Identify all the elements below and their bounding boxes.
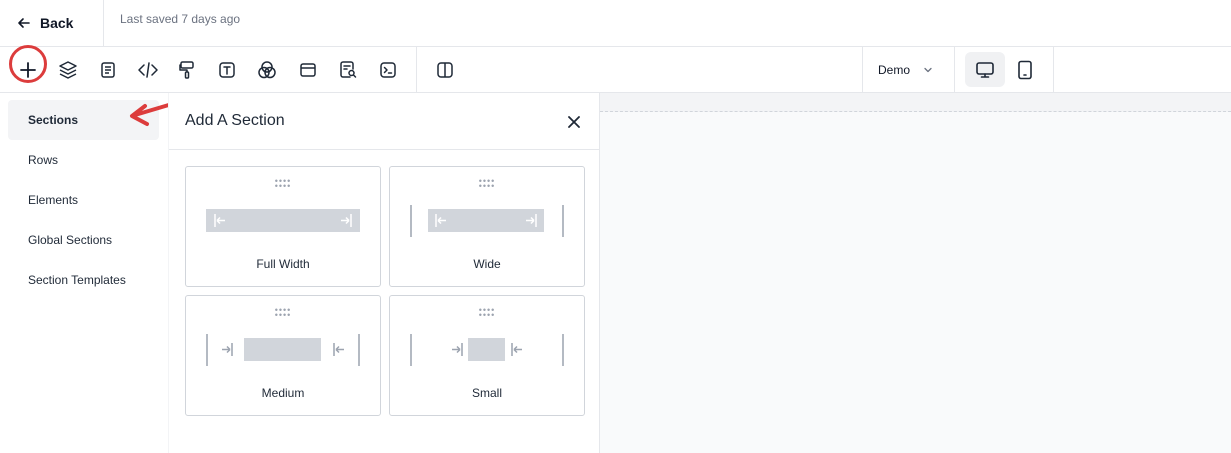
toolbar-divider [416, 47, 417, 93]
drag-handle-icon[interactable]: •••• •••• [390, 177, 584, 191]
terminal-icon [380, 62, 396, 78]
project-selector[interactable]: Demo [863, 47, 953, 93]
pages-button[interactable] [94, 56, 122, 84]
drag-handle-icon[interactable]: •••• •••• [186, 306, 380, 320]
save-status: Last saved 7 days ago [120, 12, 241, 26]
search-document-icon [340, 61, 357, 78]
section-option-full-width[interactable]: •••• •••• Full Width [185, 166, 381, 287]
styles-button[interactable] [173, 56, 201, 84]
section-option-medium[interactable]: •••• •••• Medium [185, 295, 381, 416]
blend-icon [258, 61, 276, 79]
layers-button[interactable] [54, 56, 82, 84]
chevron-down-icon [924, 67, 932, 73]
arrow-left-icon [18, 18, 30, 28]
option-label: Wide [473, 257, 501, 271]
nav-item-section-templates[interactable]: Section Templates [8, 260, 159, 300]
text-button[interactable] [213, 56, 241, 84]
desktop-icon [976, 61, 994, 78]
nav-item-elements[interactable]: Elements [8, 180, 159, 220]
wide-layout-icon [410, 205, 564, 237]
toolbar-divider [954, 47, 955, 93]
canvas-drop-zone[interactable] [600, 93, 1231, 112]
add-section-panel: Add A Section •••• •••• Full Width •••• ••… [168, 93, 600, 453]
highlight-circle [9, 45, 47, 83]
browser-window-icon [300, 63, 316, 77]
section-option-small[interactable]: •••• •••• Small [389, 295, 585, 416]
terminal-button[interactable] [374, 56, 402, 84]
back-label: Back [40, 15, 74, 31]
seo-button[interactable] [334, 56, 362, 84]
close-button[interactable] [563, 111, 585, 133]
nav-item-global-sections[interactable]: Global Sections [8, 220, 159, 260]
option-label: Medium [261, 386, 305, 400]
blend-button[interactable] [253, 56, 281, 84]
top-bar: Back Last saved 7 days ago [0, 0, 1231, 47]
desktop-view-button[interactable] [965, 52, 1005, 87]
panel-header: Add A Section [169, 93, 600, 150]
page-icon [101, 62, 115, 78]
section-category-nav: Sections Rows Elements Global Sections S… [0, 93, 168, 453]
window-button[interactable] [294, 56, 322, 84]
tablet-icon [1018, 60, 1032, 79]
nav-item-rows[interactable]: Rows [8, 140, 159, 180]
code-button[interactable] [134, 56, 162, 84]
split-view-icon [437, 62, 453, 78]
option-label: Full Width [256, 257, 310, 271]
editor-toolbar: Demo [0, 47, 1231, 93]
small-layout-icon [410, 334, 564, 366]
toolbar-divider [1053, 47, 1054, 93]
drag-handle-icon[interactable]: •••• •••• [186, 177, 380, 191]
section-option-wide[interactable]: •••• •••• Wide [389, 166, 585, 287]
layers-icon [59, 61, 77, 79]
drag-handle-icon[interactable]: •••• •••• [390, 306, 584, 320]
close-icon [568, 116, 580, 128]
tablet-view-button[interactable] [1005, 52, 1045, 87]
paint-roller-icon [179, 61, 194, 79]
panel-title: Add A Section [185, 112, 285, 129]
full-width-layout-icon [206, 209, 360, 232]
editor-canvas[interactable] [600, 93, 1231, 453]
medium-layout-icon [206, 334, 360, 366]
project-selector-label: Demo [878, 63, 911, 77]
option-label: Small [471, 386, 502, 400]
text-icon [219, 62, 235, 78]
code-icon [138, 62, 158, 78]
back-button[interactable]: Back [0, 0, 104, 46]
split-view-button[interactable] [431, 56, 459, 84]
